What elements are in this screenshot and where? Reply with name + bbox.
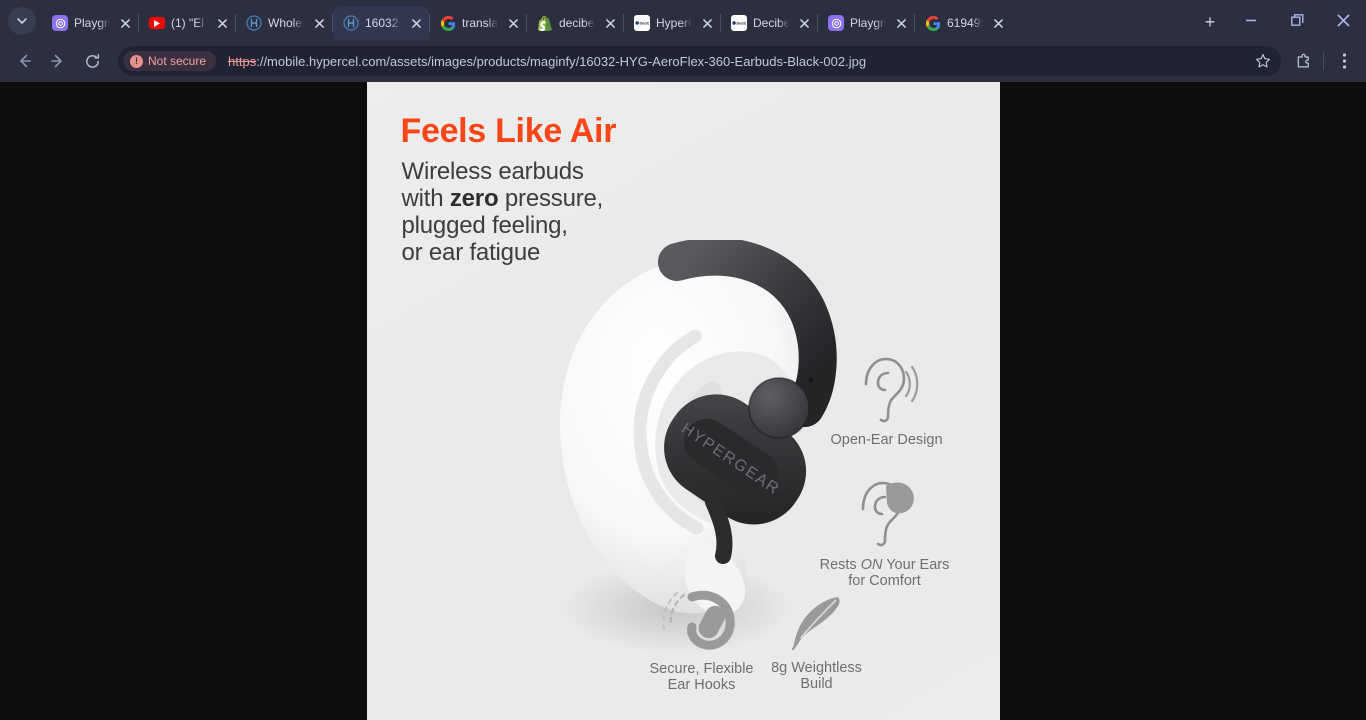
browser-tab[interactable]: (1) "El M xyxy=(139,6,235,40)
youtube-icon xyxy=(149,15,165,31)
subhead-line-3: plugged feeling, xyxy=(401,212,568,239)
browser-tab[interactable]: Playgro xyxy=(818,6,914,40)
extensions-puzzle-icon[interactable] xyxy=(1289,47,1317,75)
address-bar[interactable]: ! Not secure https://mobile.hypercel.com… xyxy=(118,46,1281,76)
hypercel-icon xyxy=(343,15,359,31)
forward-button[interactable] xyxy=(42,45,74,77)
shopify-icon xyxy=(537,15,553,31)
openai-icon xyxy=(52,15,68,31)
tab-title: 619495 xyxy=(947,16,983,30)
browser-window: Playground (1) "El M Wholesa 16032-H transla… xyxy=(0,0,1366,720)
tab-close-icon[interactable] xyxy=(698,14,716,32)
callout-label: Rests ON Your Ears for Comfort xyxy=(819,557,950,589)
tab-close-icon[interactable] xyxy=(989,14,1007,32)
browser-tab[interactable]: 16032-H xyxy=(333,6,429,40)
tab-title: Wholesa xyxy=(268,16,304,30)
restore-button[interactable] xyxy=(1274,0,1320,40)
tab-title: Playground xyxy=(74,16,110,30)
svg-text:Decibel: Decibel xyxy=(640,22,650,26)
toolbar-divider xyxy=(1323,52,1324,70)
google-icon xyxy=(925,15,941,31)
subhead-line-1: Wireless earbuds xyxy=(401,158,584,185)
tab-close-icon[interactable] xyxy=(116,14,134,32)
tabs-container: Playground (1) "El M Wholesa 16032-H transla… xyxy=(42,0,1190,40)
tab-title: (1) "El M xyxy=(171,16,207,30)
browser-tab[interactable]: 619495 xyxy=(915,6,1011,40)
tab-strip: Playground (1) "El M Wholesa 16032-H transla… xyxy=(0,0,1366,40)
url-path: ://mobile.hypercel.com/assets/images/pro… xyxy=(256,53,867,69)
browser-tab[interactable]: decibelo xyxy=(527,6,623,40)
subhead-line-2: with zero pressure, xyxy=(401,185,604,212)
product-image: Feels Like Air Wireless earbuds with zer… xyxy=(366,82,1000,720)
callout-rests-on-ears: Rests ON Your Ears for Comfort xyxy=(795,477,975,589)
bookmark-star-icon[interactable] xyxy=(1249,47,1277,75)
browser-tab[interactable]: Decibel Decibel xyxy=(721,6,817,40)
window-controls xyxy=(1228,0,1366,40)
tab-title: Playgro xyxy=(850,16,886,30)
callout-emphasis: ON xyxy=(860,557,883,573)
browser-tab[interactable]: translate xyxy=(430,6,526,40)
page-title: Feels Like Air xyxy=(400,112,617,150)
tab-close-icon[interactable] xyxy=(407,14,425,32)
tab-title: HyperGe xyxy=(656,16,692,30)
ear-soundwave-icon xyxy=(797,354,977,426)
page-viewport: Feels Like Air Wireless earbuds with zer… xyxy=(0,82,1366,720)
tab-title: translate xyxy=(462,16,498,30)
security-status-badge[interactable]: ! Not secure xyxy=(123,51,217,71)
callout-open-ear-design: Open-Ear Design xyxy=(797,354,977,448)
callout-secure-flexible-hooks: Secure, Flexible Ear Hooks xyxy=(607,587,797,693)
tab-title: Decibel xyxy=(753,16,789,30)
callout-label: Open-Ear Design xyxy=(830,432,943,448)
tab-close-icon[interactable] xyxy=(213,14,231,32)
tab-title: 16032-H xyxy=(365,16,401,30)
browser-toolbar: ! Not secure https://mobile.hypercel.com… xyxy=(0,40,1366,82)
google-icon xyxy=(440,15,456,31)
new-tab-button[interactable]: + xyxy=(1196,8,1224,36)
url-scheme: https xyxy=(228,53,257,69)
decibel-icon: Decibel xyxy=(731,15,747,31)
security-status-label: Not secure xyxy=(148,54,207,68)
browser-menu-icon[interactable] xyxy=(1330,47,1358,75)
browser-tab[interactable]: Decibel HyperGe xyxy=(624,6,720,40)
tab-search-button[interactable] xyxy=(8,7,36,35)
tab-close-icon[interactable] xyxy=(504,14,522,32)
tab-close-icon[interactable] xyxy=(601,14,619,32)
tab-title: decibelo xyxy=(559,16,595,30)
reload-button[interactable] xyxy=(76,45,108,77)
url-text: https://mobile.hypercel.com/assets/image… xyxy=(216,54,1249,69)
tab-close-icon[interactable] xyxy=(310,14,328,32)
svg-text:Decibel: Decibel xyxy=(737,22,747,26)
callout-label: Secure, Flexible Ear Hooks xyxy=(649,661,754,693)
back-button[interactable] xyxy=(8,45,40,77)
not-secure-icon: ! xyxy=(130,54,143,68)
browser-tab[interactable]: Playground xyxy=(42,6,138,40)
close-window-button[interactable] xyxy=(1320,0,1366,40)
openai-icon xyxy=(828,15,844,31)
decibel-icon: Decibel xyxy=(634,15,650,31)
hypercel-icon xyxy=(246,15,262,31)
tab-close-icon[interactable] xyxy=(795,14,813,32)
tab-close-icon[interactable] xyxy=(892,14,910,32)
ear-with-earbud-icon xyxy=(795,477,975,551)
minimize-button[interactable] xyxy=(1228,0,1274,40)
earhook-flex-icon xyxy=(607,587,797,655)
browser-tab[interactable]: Wholesa xyxy=(236,6,332,40)
